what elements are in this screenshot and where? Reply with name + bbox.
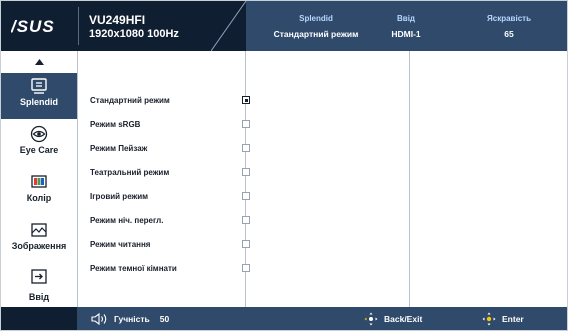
- status-splendid-label: Splendid: [299, 14, 333, 23]
- mode-option-standard[interactable]: Стандартний режим: [90, 91, 250, 109]
- sidebar-item-label: Колір: [26, 193, 52, 203]
- mode-option-night-view[interactable]: Режим ніч. перегл.: [90, 211, 250, 229]
- brand-divider: [78, 7, 79, 45]
- sidebar-item-image[interactable]: Зображення: [1, 217, 77, 263]
- status-input-label: Ввід: [397, 14, 415, 23]
- back-exit-control[interactable]: Back/Exit: [364, 312, 422, 326]
- header-slant-divider: [211, 1, 247, 51]
- mode-checkbox[interactable]: [242, 192, 250, 200]
- resolution-info: 1920x1080 100Hz: [89, 28, 179, 40]
- sidebar-item-input[interactable]: [1, 265, 77, 289]
- input-icon: [31, 269, 47, 284]
- mode-label: Стандартний режим: [90, 95, 170, 105]
- mode-option-darkroom[interactable]: Режим темної кімнати: [90, 259, 250, 277]
- sidebar-item-label: Зображення: [11, 241, 67, 251]
- mode-checkbox[interactable]: [242, 144, 250, 152]
- splendid-icon: [31, 78, 47, 94]
- column-divider: [409, 51, 410, 307]
- osd-header: /SUS VU249HFI 1920x1080 100Hz Splendid С…: [1, 1, 567, 51]
- mode-checkbox[interactable]: [242, 216, 250, 224]
- mode-option-reading[interactable]: Режим читання: [90, 235, 250, 253]
- eye-icon: [30, 125, 48, 143]
- mode-option-landscape[interactable]: Режим Пейзаж: [90, 139, 250, 157]
- scroll-up-button[interactable]: [1, 51, 77, 73]
- sidebar-item-eye-care[interactable]: Eye Care: [1, 121, 77, 167]
- mode-checkbox[interactable]: [242, 120, 250, 128]
- sidebar-item-splendid[interactable]: Splendid: [1, 73, 77, 119]
- status-input-value: HDMI-1: [391, 29, 421, 39]
- mode-option-theater[interactable]: Театральний режим: [90, 163, 250, 181]
- svg-text:/SUS: /SUS: [11, 17, 55, 36]
- sidebar: Splendid Eye Care Колір Зображення Ввід: [1, 51, 77, 317]
- sidebar-item-label: Eye Care: [19, 145, 59, 155]
- asus-logo: /SUS: [11, 17, 55, 36]
- mode-label: Режим Пейзаж: [90, 143, 148, 153]
- mode-checkbox-checked[interactable]: [242, 96, 250, 104]
- status-splendid-value: Стандартний режим: [273, 29, 359, 39]
- joystick-back-icon: [364, 312, 378, 326]
- joystick-enter-icon: [482, 312, 496, 326]
- mode-label: Режим sRGB: [90, 119, 141, 129]
- caret-up-icon: [34, 59, 44, 65]
- sidebar-item-color[interactable]: Колір: [1, 169, 77, 215]
- status-splendid: Splendid Стандартний режим: [273, 14, 359, 39]
- mode-label: Режим ніч. перегл.: [90, 215, 164, 225]
- status-brightness-value: 65: [504, 29, 514, 39]
- volume-control[interactable]: Гучність 50: [91, 312, 169, 326]
- volume-value: 50: [159, 314, 170, 324]
- mode-checkbox[interactable]: [242, 168, 250, 176]
- image-icon: [31, 223, 47, 237]
- mode-label: Режим темної кімнати: [90, 263, 177, 273]
- volume-label: Гучність: [114, 314, 150, 324]
- speaker-icon: [91, 312, 107, 326]
- enter-control[interactable]: Enter: [482, 312, 524, 326]
- mode-checkbox[interactable]: [242, 240, 250, 248]
- mode-option-srgb[interactable]: Режим sRGB: [90, 115, 250, 133]
- status-brightness: Яскравість 65: [469, 14, 549, 39]
- model-name: VU249HFI: [89, 13, 146, 27]
- status-brightness-label: Яскравість: [487, 14, 531, 23]
- splendid-panel: Стандартний режим Режим sRGB Режим Пейза…: [77, 51, 567, 307]
- mode-option-game[interactable]: Ігровий режим: [90, 187, 250, 205]
- mode-label: Театральний режим: [90, 167, 170, 177]
- status-input: Ввід HDMI-1: [381, 14, 431, 39]
- enter-label: Enter: [502, 314, 524, 324]
- mode-checkbox[interactable]: [242, 264, 250, 272]
- sidebar-item-input-label: Ввід: [28, 292, 50, 302]
- mode-label: Ігровий режим: [90, 191, 149, 201]
- color-bars-icon: [31, 175, 47, 188]
- sidebar-item-label: Splendid: [20, 97, 58, 107]
- osd-menu: /SUS VU249HFI 1920x1080 100Hz Splendid С…: [0, 0, 568, 331]
- back-exit-label: Back/Exit: [384, 314, 423, 324]
- footer-left-block: [1, 307, 77, 330]
- osd-footer: Гучність 50 Back/Exit Enter: [1, 307, 567, 330]
- mode-label: Режим читання: [90, 239, 151, 249]
